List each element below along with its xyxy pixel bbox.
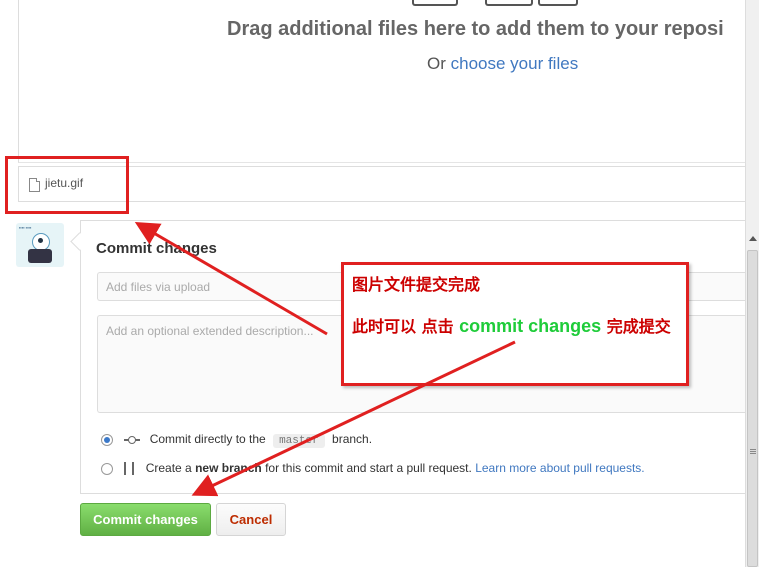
commit-direct-prefix: Commit directly to the xyxy=(149,432,266,446)
annotation-line1: 图片文件提交完成 xyxy=(352,275,481,294)
choose-files-link[interactable]: choose your files xyxy=(451,54,579,73)
commit-direct-radio[interactable] xyxy=(101,433,113,446)
annotation-callout: 图片文件提交完成 此时可以 点击 commit changes 完成提交 xyxy=(341,262,689,386)
new-branch-radio[interactable] xyxy=(101,462,113,475)
new-branch-prefix: Create a xyxy=(145,461,192,475)
avatar-eye xyxy=(38,238,43,243)
new-branch-option[interactable]: Create a new branch for this commit and … xyxy=(101,461,645,476)
cancel-button[interactable]: Cancel xyxy=(216,503,286,536)
or-label: Or xyxy=(427,54,446,73)
page-scrollbar[interactable] xyxy=(745,0,759,567)
commit-changes-button[interactable]: Commit changes xyxy=(80,503,211,536)
commit-direct-suffix: branch. xyxy=(332,432,373,446)
annotation-highlight: commit changes xyxy=(459,316,602,336)
branch-name-badge: master xyxy=(273,434,325,448)
avatar-body xyxy=(28,249,52,263)
upload-dropzone[interactable]: Drag additional files here to add them t… xyxy=(18,0,746,163)
git-commit-icon xyxy=(124,435,141,445)
avatar-caption: ▪▪▪▪ ▪▪▪▪ xyxy=(19,225,32,230)
scrollbar-thumb[interactable] xyxy=(747,250,758,567)
left-gutter xyxy=(0,0,18,567)
avatar[interactable]: ▪▪▪▪ ▪▪▪▪ xyxy=(16,223,64,267)
commit-direct-option[interactable]: Commit directly to the master branch. xyxy=(101,432,372,448)
annotation-line2: 此时可以 点击 commit changes 完成提交 xyxy=(352,315,678,338)
drag-files-heading: Drag additional files here to add them t… xyxy=(227,18,724,40)
dropzone-frame-edge xyxy=(412,0,458,6)
git-pull-request-icon xyxy=(124,462,135,476)
annotation-line2-suffix: 完成提交 xyxy=(601,317,671,336)
scrollbar-grip-icon xyxy=(750,449,756,455)
scroll-up-icon[interactable] xyxy=(749,236,757,241)
pull-requests-help-link[interactable]: Learn more about pull requests. xyxy=(475,461,644,475)
new-branch-middle: for this commit and start a pull request… xyxy=(265,461,472,475)
annotation-line2-prefix: 此时可以 点击 xyxy=(352,317,460,336)
dropzone-frame-edge xyxy=(485,0,533,6)
commit-title: Commit changes xyxy=(96,240,217,257)
new-branch-bold: new branch xyxy=(195,461,262,475)
choose-files-prompt: Or choose your files xyxy=(427,54,578,74)
dropzone-frame-edge xyxy=(538,0,578,6)
file-highlight-box xyxy=(5,156,129,214)
